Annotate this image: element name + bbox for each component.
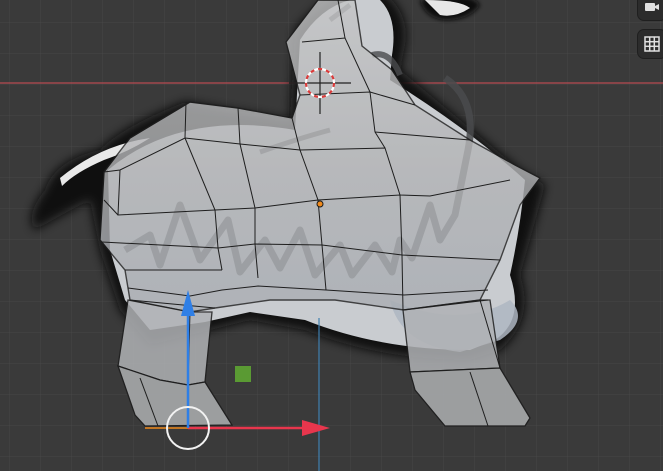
grid-icon	[644, 36, 660, 52]
gizmo-plane-handle[interactable]	[235, 366, 251, 382]
3d-viewport[interactable]	[0, 0, 663, 471]
camera-view-button[interactable]	[638, 0, 663, 20]
toggle-grid-button[interactable]	[638, 30, 663, 58]
viewport-canvas[interactable]	[0, 0, 663, 471]
camera-icon	[645, 3, 659, 11]
object-origin-dot	[316, 200, 324, 208]
